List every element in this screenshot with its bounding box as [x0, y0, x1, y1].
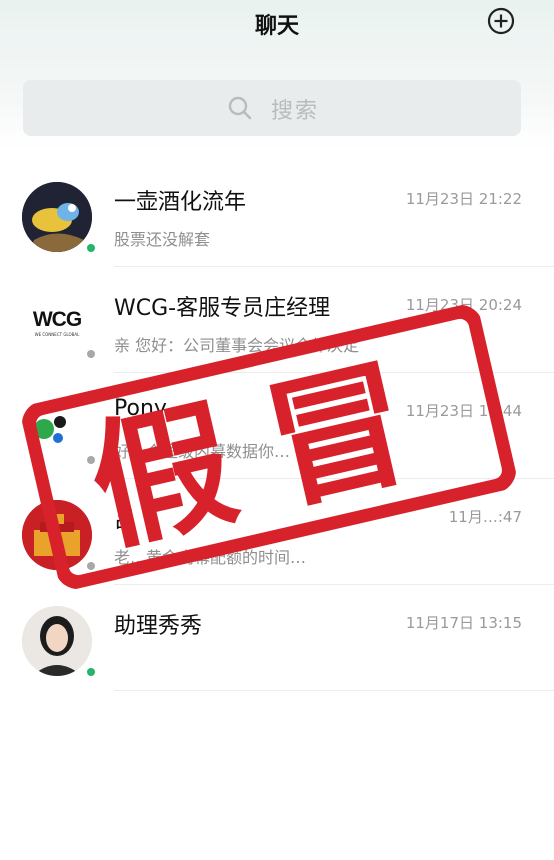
avatar-logo-subtext: WE CONNECT GLOBAL: [34, 332, 80, 337]
chat-item[interactable]: 一壶酒化流年 11月23日 21:22 股票还没解套: [0, 182, 554, 288]
divider: [114, 690, 554, 691]
offline-status-dot: [87, 350, 95, 358]
avatar: [22, 182, 92, 252]
chat-name: 助理秀秀: [114, 614, 203, 639]
chat-time: 11月23日 21:22: [405, 190, 522, 208]
search-placeholder: 搜索: [271, 99, 320, 124]
chat-preview: 股票还没解套: [114, 230, 211, 249]
search-icon: [228, 96, 252, 120]
chat-item[interactable]: 助理秀秀 11月17日 13:15: [0, 606, 554, 712]
page-title: 聊天: [254, 14, 299, 39]
add-icon[interactable]: [487, 7, 515, 35]
search-bar[interactable]: 搜索: [23, 80, 521, 136]
avatar: [22, 606, 92, 676]
avatar: WCG WE CONNECT GLOBAL: [22, 288, 92, 358]
divider: [114, 584, 554, 585]
online-status-dot: [87, 244, 95, 252]
online-status-dot: [87, 668, 95, 676]
divider: [114, 266, 554, 267]
chat-time: 11月17日 13:15: [405, 614, 522, 632]
chat-name: 一壶酒化流年: [114, 190, 247, 215]
avatar-logo-text: WCG: [32, 308, 82, 331]
chat-time: 11月…:47: [448, 508, 522, 526]
chat-name: WCG-客服专员庄经理: [114, 296, 331, 321]
